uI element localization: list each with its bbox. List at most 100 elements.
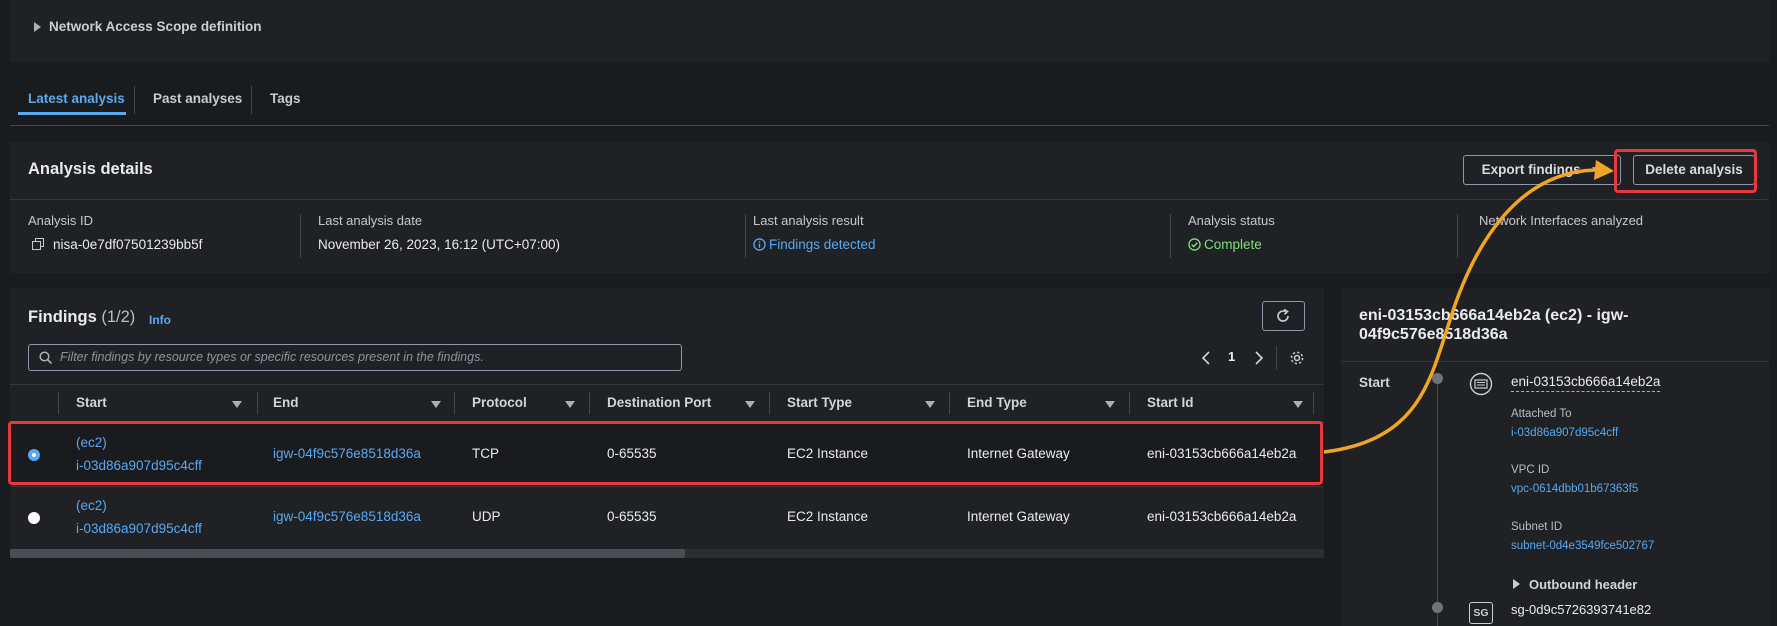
findings-title: Findings (1/2) [28,308,135,327]
detail-divider [1341,361,1769,362]
gear-icon[interactable] [1289,350,1305,366]
finding-detail-panel: eni-03153cb666a14eb2a (ec2) - igw-04f9c5… [1341,288,1769,626]
last-analysis-result-field: Last analysis result Findings detected [753,213,876,252]
port-value: 0-65535 [607,509,657,524]
refresh-button[interactable] [1262,301,1305,331]
column-header-destination-port[interactable]: Destination Port [607,395,711,410]
path-node-dot [1432,373,1443,384]
path-timeline-line [1437,378,1438,626]
path-start-label: Start [1359,375,1390,390]
start-type-tag[interactable]: (ec2) [76,498,107,513]
findings-title-text: Findings [28,308,97,326]
analysis-details-panel: Analysis details Export findings Delete … [10,142,1769,273]
analysis-details-title: Analysis details [28,160,153,178]
column-separator [769,392,770,414]
sort-caret-icon[interactable] [745,401,755,408]
next-page-icon[interactable] [1254,351,1264,365]
path-node-dot [1432,602,1443,613]
column-header-end[interactable]: End [273,395,299,410]
interfaces-analyzed-label: Network Interfaces analyzed [1479,213,1644,228]
start-id-value: eni-03153cb666a14eb2a [1147,509,1297,524]
check-circle-icon [1188,238,1201,251]
info-link[interactable]: Info [149,313,171,327]
sort-caret-icon[interactable] [925,401,935,408]
outbound-header-toggle[interactable]: Outbound header [1529,577,1637,592]
analysis-id-label: Analysis ID [28,213,94,228]
start-resource-link[interactable]: i-03d86a907d95c4cff [76,521,202,536]
pagination-separator [1276,346,1277,370]
highlight-box-row [8,421,1323,485]
column-separator [257,392,258,414]
protocol-value: UDP [472,509,501,524]
eni-id[interactable]: eni-03153cb666a14eb2a [1511,374,1661,392]
analysis-id-field: Analysis ID nisa-0e7df07501239bb5f [28,213,202,252]
page-number[interactable]: 1 [1228,349,1235,364]
sort-caret-icon[interactable] [232,401,242,408]
scope-definition-label[interactable]: Network Access Scope definition [49,19,262,34]
expand-caret-icon[interactable] [1513,579,1520,589]
table-row[interactable]: (ec2) i-03d86a907d95c4cff igw-04f9c576e8… [10,487,1324,550]
column-separator [1129,392,1130,414]
copy-icon[interactable] [32,238,44,250]
info-circle-icon [753,238,766,251]
active-tab-indicator [18,112,126,115]
tab-separator [134,86,135,114]
tab-tags[interactable]: Tags [270,91,301,106]
sort-caret-icon[interactable] [431,401,441,408]
export-findings-button[interactable]: Export findings [1463,155,1621,185]
column-header-end-type[interactable]: End Type [967,395,1027,410]
last-analysis-date-field: Last analysis date November 26, 2023, 16… [318,213,560,252]
export-findings-label: Export findings [1481,162,1581,177]
last-analysis-result-value[interactable]: Findings detected [769,237,876,252]
tab-past-analyses[interactable]: Past analyses [153,91,242,106]
filter-placeholder: Filter findings by resource types or spe… [60,350,484,364]
field-separator [1170,214,1171,258]
field-separator [745,214,746,258]
field-separator [1457,214,1458,258]
end-type-value: Internet Gateway [967,509,1070,524]
findings-count: (1/2) [101,308,136,326]
details-divider [10,199,1769,200]
attached-to-label: Attached To [1511,408,1572,420]
previous-page-icon[interactable] [1201,351,1211,365]
security-group-icon: SG [1469,602,1493,624]
expand-caret-icon[interactable] [34,22,41,32]
start-type-value: EC2 Instance [787,509,869,524]
field-separator [300,214,301,258]
tab-latest-analysis[interactable]: Latest analysis [28,91,125,106]
subnet-id-link[interactable]: subnet-0d4e3549fce502767 [1511,540,1654,552]
filter-findings-input[interactable]: Filter findings by resource types or spe… [28,344,682,371]
sort-caret-icon[interactable] [1105,401,1115,408]
column-header-start-type[interactable]: Start Type [787,395,852,410]
horizontal-scrollbar-thumb[interactable] [10,549,685,558]
highlight-box-delete [1614,149,1757,193]
column-header-protocol[interactable]: Protocol [472,395,527,410]
vpc-id-link[interactable]: vpc-0614dbb01b67363f5 [1511,483,1638,495]
vpc-id-label: VPC ID [1511,464,1550,476]
network-interface-icon [1469,372,1493,396]
analysis-status-label: Analysis status [1188,213,1275,228]
table-top-border [10,384,1324,385]
column-header-start-id[interactable]: Start Id [1147,395,1194,410]
interfaces-analyzed-field: Network Interfaces analyzed [1479,213,1643,228]
refresh-icon [1277,308,1289,322]
security-group-id[interactable]: sg-0d9c5726393741e82 [1511,602,1651,617]
tabs-divider [10,125,1769,126]
tab-separator [251,86,252,114]
sort-caret-icon[interactable] [1293,401,1303,408]
analysis-id-value: nisa-0e7df07501239bb5f [53,237,203,252]
last-analysis-result-label: Last analysis result [753,213,864,228]
sort-caret-icon[interactable] [565,401,575,408]
column-separator [589,392,590,414]
subnet-id-label: Subnet ID [1511,521,1563,533]
scope-definition-section[interactable]: Network Access Scope definition [10,0,1769,62]
search-icon [39,351,53,365]
attached-to-link[interactable]: i-03d86a907d95c4cff [1511,427,1618,439]
column-separator [949,392,950,414]
row-radio[interactable] [28,512,40,524]
column-header-start[interactable]: Start [76,395,107,410]
finding-detail-title: eni-03153cb666a14eb2a (ec2) - igw-04f9c5… [1359,307,1629,343]
end-resource-link[interactable]: igw-04f9c576e8518d36a [273,509,421,524]
analysis-status-field: Analysis status Complete [1188,213,1275,252]
last-analysis-date-label: Last analysis date [318,213,423,228]
